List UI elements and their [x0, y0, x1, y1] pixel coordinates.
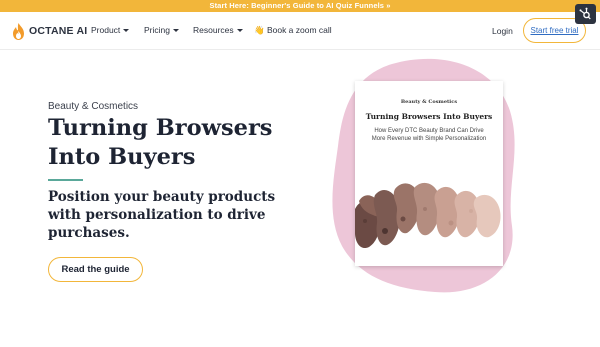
- page-title-line-2: Into Buyers: [48, 144, 196, 170]
- nav-pricing-label: Pricing: [144, 25, 170, 35]
- nav-book-zoom-call[interactable]: 👋 Book a zoom call: [254, 25, 332, 36]
- read-the-guide-button[interactable]: Read the guide: [48, 257, 143, 282]
- announcement-text[interactable]: Start Here: Beginner's Guide to AI Quiz …: [209, 1, 390, 10]
- login-link[interactable]: Login: [492, 26, 513, 36]
- title-divider: [48, 179, 83, 181]
- guide-cover-eyebrow: Beauty & Cosmetics: [400, 99, 458, 105]
- hero-section: Beauty & Cosmetics Turning Browsers Into…: [0, 51, 600, 347]
- nav-product[interactable]: Product: [91, 25, 130, 35]
- nav-pricing[interactable]: Pricing: [144, 25, 179, 35]
- logo[interactable]: OCTANE AI: [12, 22, 87, 40]
- hubspot-icon[interactable]: [575, 4, 596, 24]
- guide-cover-title: Turning Browsers Into Buyers: [365, 112, 493, 121]
- logo-text: OCTANE AI: [29, 25, 88, 37]
- eyeshadow-swatches-image: [355, 182, 503, 266]
- hero-subheading: Position your beauty products with perso…: [48, 189, 276, 241]
- flame-logo-icon: [13, 22, 24, 40]
- hubspot-sprocket-icon: [579, 7, 591, 20]
- chevron-down-icon: [172, 29, 179, 32]
- nav-resources[interactable]: Resources: [193, 25, 243, 35]
- guide-cover-subtitle: How Every DTC Beauty Brand Can Drive Mor…: [371, 128, 487, 142]
- page-title-line-1: Turning Browsers: [48, 115, 273, 141]
- announcement-banner[interactable]: Start Here: Beginner's Guide to AI Quiz …: [0, 0, 600, 12]
- page-title: Turning Browsers Into Buyers: [48, 114, 308, 172]
- guide-cover-image[interactable]: Beauty & Cosmetics Turning Browsers Into…: [355, 81, 503, 266]
- top-navigation: OCTANE AI Product Pricing Resources 👋 Bo…: [0, 12, 600, 50]
- chevron-down-icon: [236, 29, 243, 32]
- category-eyebrow: Beauty & Cosmetics: [48, 101, 139, 112]
- nav-product-label: Product: [91, 25, 121, 35]
- chevron-down-icon: [123, 29, 130, 32]
- nav-book-zoom-call-label: 👋 Book a zoom call: [254, 25, 332, 35]
- nav-resources-label: Resources: [193, 25, 234, 35]
